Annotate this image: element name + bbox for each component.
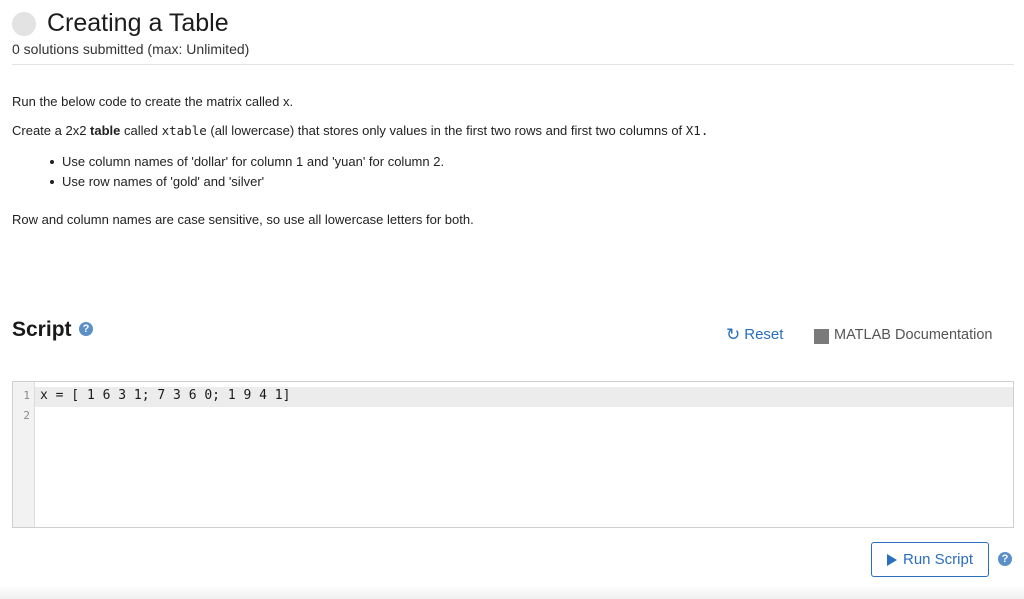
status-circle-icon	[12, 12, 36, 36]
reset-icon: ↻	[726, 325, 741, 344]
requirements-list: Use column names of 'dollar' for column …	[49, 152, 444, 192]
script-help-icon[interactable]: ?	[79, 322, 93, 336]
list-item: Use column names of 'dollar' for column …	[49, 152, 444, 172]
line-number: 1	[23, 389, 30, 402]
reset-button[interactable]: ↻ Reset	[726, 326, 783, 343]
task-text: (all lowercase) that stores only values …	[206, 123, 686, 138]
description-task: Create a 2x2 table called xtable (all lo…	[12, 123, 708, 139]
task-text: Create a 2x2	[12, 123, 91, 138]
run-script-button[interactable]: Run Script	[871, 542, 989, 577]
code-line[interactable]: x = [ 1 6 3 1; 7 3 6 0; 1 9 4 1]	[40, 388, 290, 403]
matlab-documentation-link[interactable]: MATLAB Documentation	[814, 327, 993, 344]
task-text: called	[120, 123, 162, 138]
play-icon	[886, 553, 897, 566]
list-item: Use row names of 'gold' and 'silver'	[49, 172, 444, 192]
task-bold-text: table	[90, 123, 121, 138]
bottom-divider	[0, 585, 1024, 599]
book-icon	[814, 328, 829, 344]
line-number-gutter: 1 2	[13, 382, 35, 527]
description-note: Row and column names are case sensitive,…	[12, 212, 474, 227]
run-help-icon[interactable]: ?	[998, 552, 1012, 566]
code-editor[interactable]: 1 2 x = [ 1 6 3 1; 7 3 6 0; 1 9 4 1]	[12, 381, 1014, 528]
script-heading: Script	[12, 318, 72, 341]
description-intro: Run the below code to create the matrix …	[12, 94, 294, 109]
reset-label: Reset	[744, 326, 784, 343]
problem-title: Creating a Table	[47, 9, 229, 37]
task-code-xtable: xtable	[161, 123, 207, 138]
problem-header: Creating a Table 0 solutions submitted (…	[12, 8, 1014, 65]
documentation-label: MATLAB Documentation	[834, 327, 993, 343]
run-script-label: Run Script	[902, 551, 974, 568]
task-code-x1: X1.	[685, 123, 709, 138]
solutions-count: 0 solutions submitted (max: Unlimited)	[12, 41, 250, 57]
line-number: 2	[23, 409, 30, 422]
